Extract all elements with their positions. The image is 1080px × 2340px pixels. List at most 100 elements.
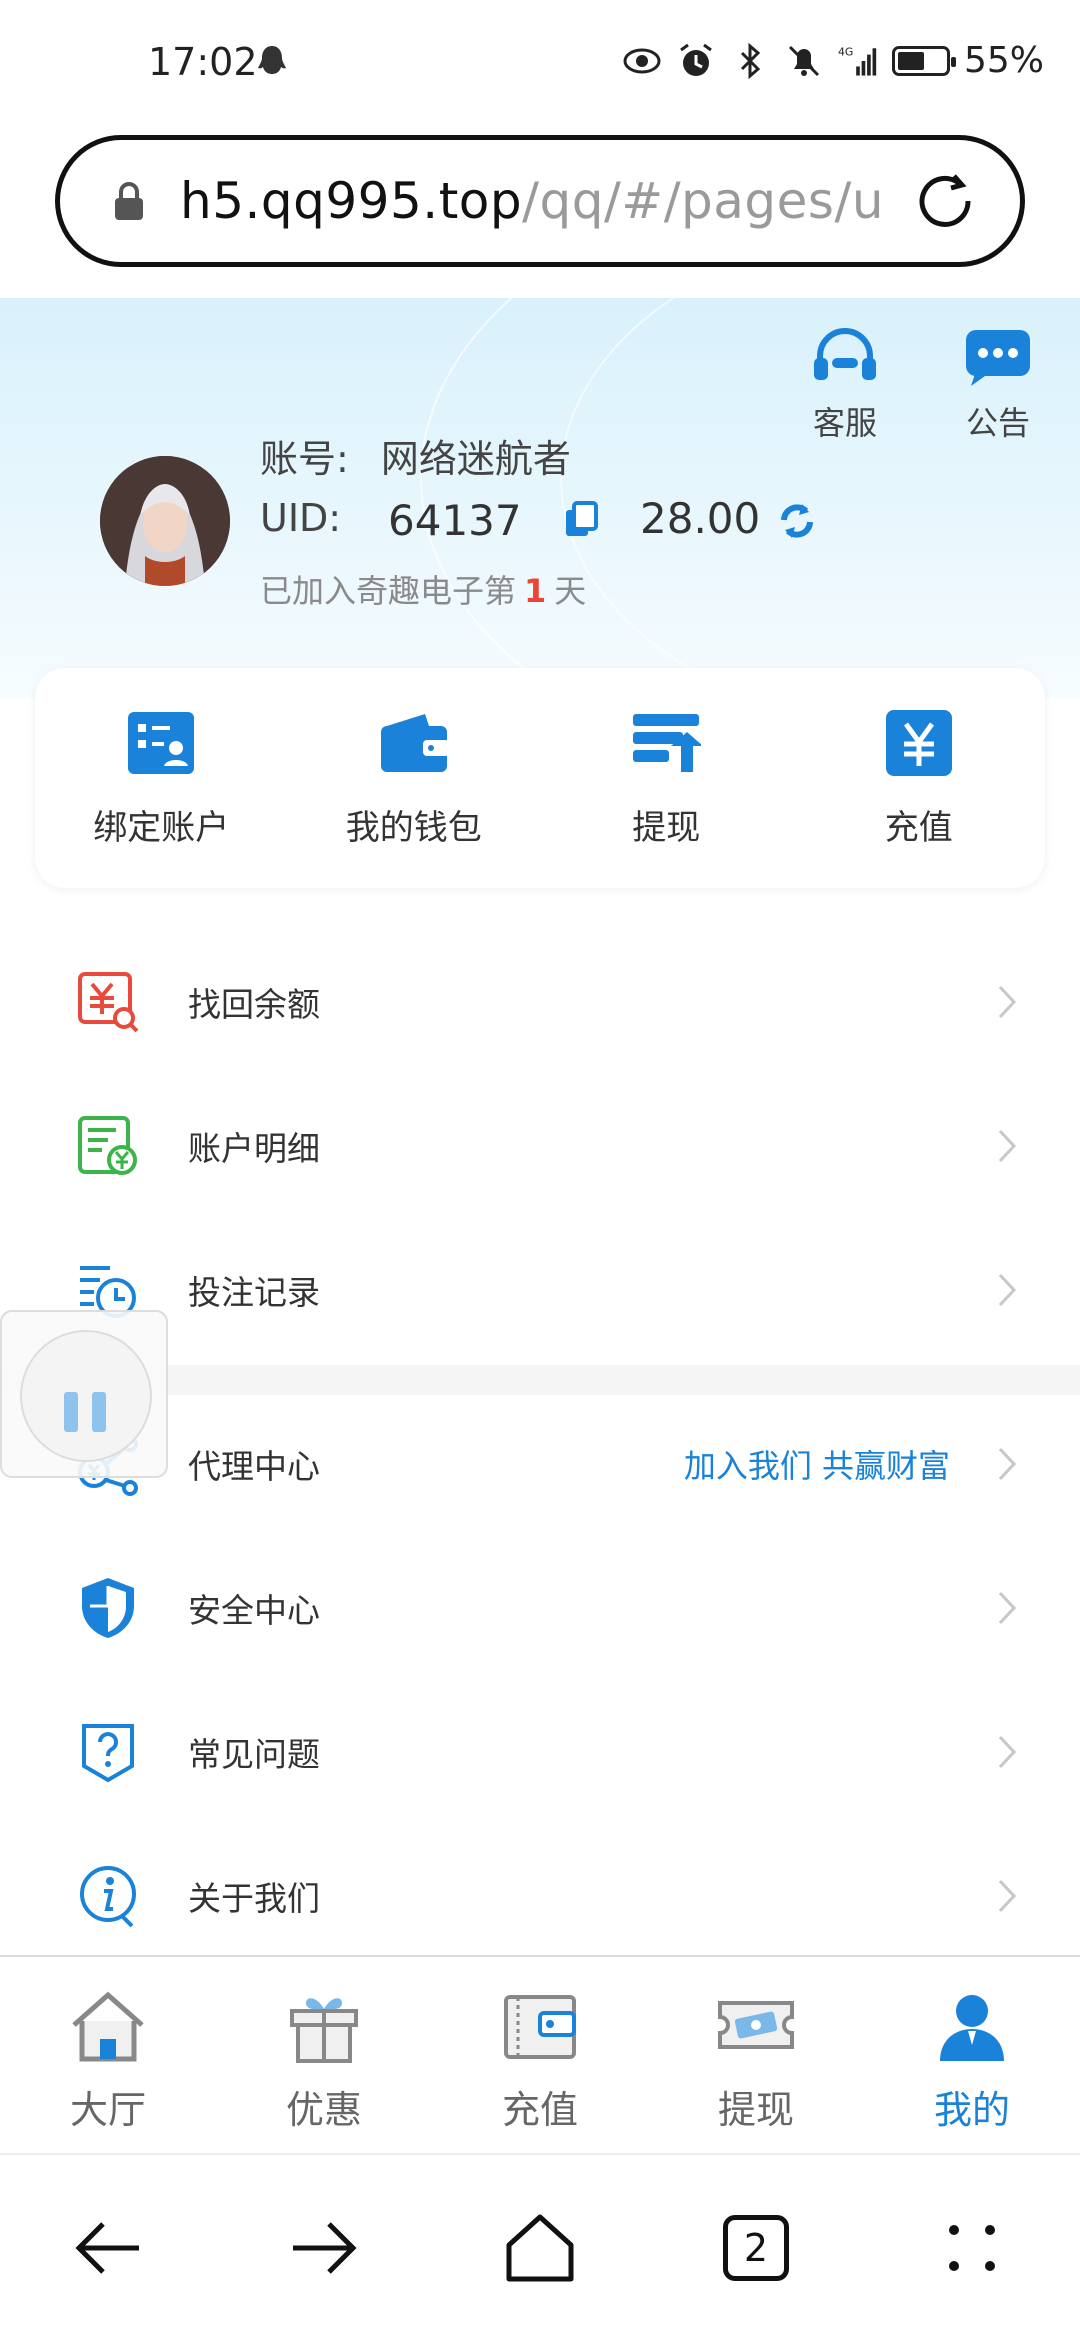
user-icon	[940, 1995, 1004, 2061]
menu-label-about-us: 关于我们	[188, 1879, 320, 1918]
menu-item-security-center[interactable]: 安全中心	[0, 1536, 1080, 1680]
menu-button[interactable]	[927, 2203, 1017, 2293]
balance-value: 28.00	[640, 494, 761, 543]
url-path: /qq/#/pages/u	[522, 172, 885, 230]
bind-account-icon	[128, 711, 195, 774]
uid-label: UID:	[260, 496, 342, 540]
recharge-label: 充值	[884, 807, 953, 848]
withdraw-icon	[633, 713, 704, 772]
tabs-button[interactable]: 2	[711, 2203, 801, 2293]
tab-withdraw[interactable]: 提现	[648, 1957, 864, 2153]
profile-header: 客服 公告 账号: 网络迷航者 UID: 64137 28.00 已加入奇趣电子…	[0, 298, 1080, 698]
chevron-right-icon	[998, 1735, 1017, 1769]
more-dots-icon	[949, 2224, 995, 2271]
tab-withdraw-label: 提现	[717, 2088, 794, 2132]
notice-button[interactable]: 公告	[948, 328, 1048, 444]
chevron-right-icon	[998, 1447, 1017, 1481]
status-time: 17:02	[148, 40, 258, 84]
chevron-right-icon	[998, 1273, 1017, 1307]
battery-percent: 55%	[963, 40, 1044, 81]
yen-recharge-icon	[885, 709, 952, 776]
menu-label-recover-balance: 找回余额	[188, 985, 320, 1024]
recharge-button[interactable]: 充值	[819, 708, 1019, 849]
tab-recharge[interactable]: 充值	[432, 1957, 648, 2153]
home-outline-icon	[506, 2214, 574, 2281]
wallet-icon	[504, 1995, 576, 2059]
tab-promotions[interactable]: 优惠	[216, 1957, 432, 2153]
eye-icon	[623, 48, 661, 73]
customer-service-label: 客服	[812, 404, 877, 442]
copy-icon[interactable]	[562, 500, 600, 540]
mute-bell-icon	[788, 45, 820, 76]
quick-actions-card: 绑定账户 我的钱包 提现 充值	[35, 668, 1045, 888]
account-name: 网络迷航者	[380, 437, 571, 481]
home-button[interactable]	[495, 2203, 585, 2293]
forward-button[interactable]	[279, 2203, 369, 2293]
tab-lobby-label: 大厅	[69, 2088, 146, 2132]
joined-days-text: 已加入奇趣电子第 1 天	[260, 572, 587, 610]
alarm-icon	[680, 43, 712, 76]
uid-value: 64137	[388, 496, 522, 545]
avatar[interactable]	[100, 456, 230, 586]
tab-lobby[interactable]: 大厅	[0, 1957, 216, 2153]
menu-label-bet-record: 投注记录	[188, 1273, 320, 1312]
reload-icon[interactable]	[910, 166, 980, 236]
bind-account-button[interactable]: 绑定账户	[61, 708, 261, 849]
joined-days-count: 1	[524, 572, 547, 610]
bind-account-label: 绑定账户	[93, 807, 230, 848]
arrow-right-icon	[293, 2221, 357, 2274]
tab-promotions-label: 优惠	[285, 2088, 362, 2132]
battery-icon	[891, 45, 956, 76]
tab-recharge-label: 充值	[501, 2088, 578, 2132]
account-label: 账号:	[260, 437, 349, 481]
gift-icon	[290, 1998, 358, 2063]
tab-count: 2	[723, 2214, 789, 2281]
pause-icon	[20, 1330, 152, 1462]
tab-mine-label: 我的	[933, 2088, 1010, 2132]
refresh-balance-icon[interactable]	[776, 500, 818, 542]
lock-icon	[115, 182, 143, 220]
agent-promo-text: 加入我们 共赢财富	[683, 1447, 950, 1485]
tab-mine[interactable]: 我的	[864, 1957, 1080, 2153]
chevron-right-icon	[998, 985, 1017, 1019]
recover-balance-icon	[78, 972, 139, 1033]
svg-text:4G: 4G	[838, 45, 853, 58]
floating-pause-button[interactable]	[0, 1310, 168, 1478]
signal-icon: 4G	[838, 45, 877, 76]
menu-item-account-detail[interactable]: 账户明细	[0, 1074, 1080, 1218]
home-icon	[72, 1991, 144, 2062]
status-bar: 17:02 4G 55%	[0, 0, 1080, 130]
my-wallet-label: 我的钱包	[345, 807, 482, 848]
browser-nav-bar: 2	[0, 2153, 1080, 2340]
chevron-right-icon	[998, 1879, 1017, 1913]
menu-label-faq: 常见问题	[188, 1735, 320, 1774]
notice-label: 公告	[965, 404, 1030, 442]
address-bar[interactable]: h5.qq995.top/qq/#/pages/u	[55, 135, 1025, 267]
wallet-icon	[380, 713, 449, 772]
account-row: 账号: 网络迷航者	[260, 428, 571, 483]
menu-label-agent-center: 代理中心	[188, 1447, 320, 1486]
shield-icon	[82, 1578, 134, 1638]
withdraw-button[interactable]: 提现	[566, 708, 766, 849]
url-text[interactable]: h5.qq995.top/qq/#/pages/u	[180, 172, 890, 230]
menu-item-about-us[interactable]: 关于我们	[0, 1824, 1080, 1968]
bluetooth-icon	[740, 42, 761, 79]
question-icon	[82, 1724, 134, 1783]
back-button[interactable]	[63, 2203, 153, 2293]
menu-item-recover-balance[interactable]: 找回余额	[0, 930, 1080, 1074]
status-icons: 4G 55%	[622, 40, 1044, 81]
cash-icon	[718, 2001, 794, 2049]
arrow-left-icon	[75, 2221, 139, 2274]
chevron-right-icon	[998, 1591, 1017, 1625]
info-icon	[80, 1866, 136, 1928]
menu-item-faq[interactable]: 常见问题	[0, 1680, 1080, 1824]
customer-service-button[interactable]: 客服	[795, 328, 895, 444]
bottom-tab-bar: 大厅 优惠 充值 提现 我的	[0, 1955, 1080, 2153]
url-host: h5.qq995.top	[180, 172, 523, 230]
chevron-right-icon	[998, 1129, 1017, 1163]
menu-label-account-detail: 账户明细	[188, 1129, 320, 1168]
account-detail-icon	[78, 1116, 137, 1175]
my-wallet-button[interactable]: 我的钱包	[314, 708, 514, 849]
menu-label-security-center: 安全中心	[188, 1591, 320, 1630]
headset-icon	[814, 328, 876, 380]
